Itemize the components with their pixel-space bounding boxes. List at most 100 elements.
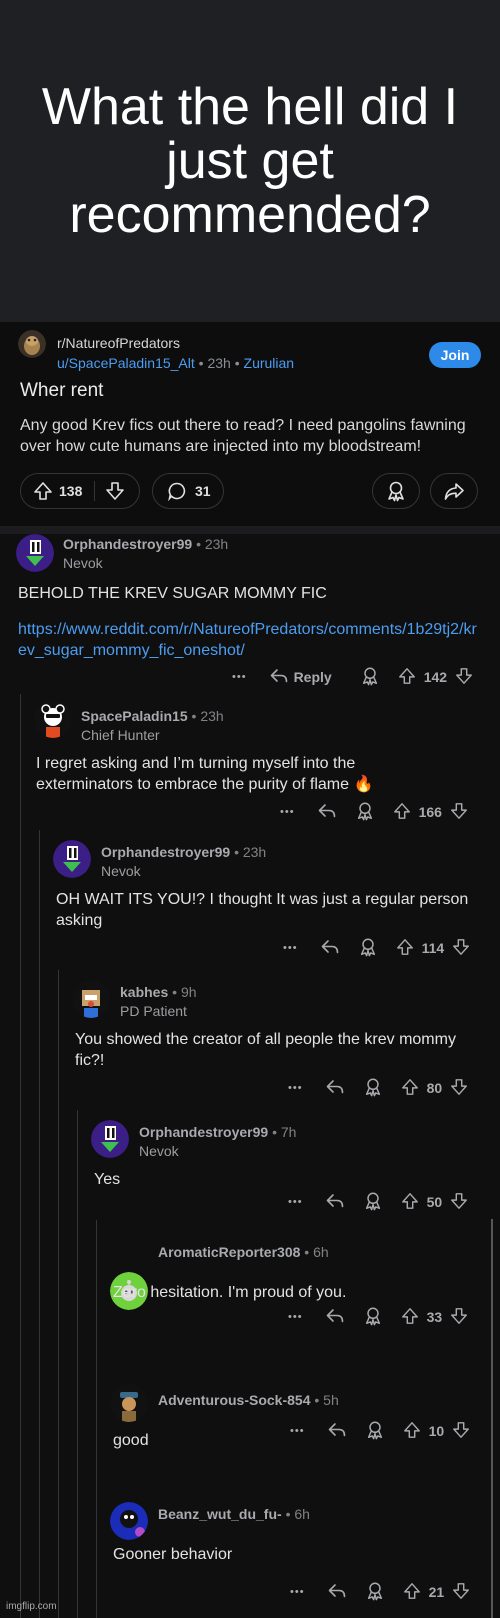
comment-author-line: AromaticReporter308 • 6h <box>158 1244 329 1260</box>
comment-body: You showed the creator of all people the… <box>75 1031 456 1069</box>
comment-actions: ••• 10 <box>290 1419 470 1443</box>
downvote-icon[interactable] <box>452 938 470 959</box>
award-icon[interactable] <box>363 1306 383 1329</box>
separator-dot: • <box>272 1124 277 1140</box>
more-options-icon[interactable]: ••• <box>290 1586 305 1598</box>
downvote-icon[interactable] <box>450 1307 468 1328</box>
comment-author[interactable]: kabhes <box>120 984 168 1000</box>
reply-icon[interactable] <box>327 1581 347 1604</box>
avatar[interactable] <box>16 534 54 572</box>
comment-body: I regret asking and I’m turning myself i… <box>36 755 374 793</box>
award-icon[interactable] <box>365 1581 385 1604</box>
reply-icon[interactable] <box>317 801 337 824</box>
avatar[interactable] <box>72 980 110 1018</box>
comment-author[interactable]: Orphandestroyer99 <box>63 536 192 552</box>
upvote-icon[interactable] <box>393 802 411 823</box>
post-author[interactable]: u/SpacePaladin15_Alt <box>57 355 195 371</box>
upvote-icon[interactable] <box>33 481 53 501</box>
watermark: imgflip.com <box>6 1601 57 1612</box>
downvote-icon[interactable] <box>450 1192 468 1213</box>
score: 10 <box>428 1423 445 1439</box>
comment-time: 23h <box>242 844 267 860</box>
upvote-icon[interactable] <box>396 938 414 959</box>
avatar[interactable] <box>34 700 72 738</box>
comment-author[interactable]: Beanz_wut_du_fu- <box>158 1506 282 1522</box>
upvote-icon[interactable] <box>398 667 416 688</box>
downvote-icon[interactable] <box>452 1421 470 1442</box>
comment-author-line: Adventurous-Sock-854 • 5h <box>158 1392 339 1408</box>
reply-icon[interactable] <box>327 1420 347 1443</box>
avatar[interactable] <box>110 1384 148 1422</box>
share-button[interactable] <box>430 473 478 509</box>
more-options-icon[interactable]: ••• <box>283 942 298 954</box>
reply-button[interactable]: Reply <box>294 669 332 685</box>
more-options-icon[interactable]: ••• <box>288 1311 303 1323</box>
award-button[interactable] <box>372 473 420 509</box>
comments-button[interactable]: 31 <box>152 473 224 509</box>
upvote-icon[interactable] <box>403 1582 421 1603</box>
score: 80 <box>426 1080 443 1096</box>
comment-author-line: kabhes • 9h <box>120 984 197 1000</box>
comment-author-line: Orphandestroyer99 • 23h <box>63 536 228 552</box>
comment-time: 5h <box>323 1392 339 1408</box>
comment-link[interactable]: https://www.reddit.com/r/NatureofPredato… <box>18 619 480 661</box>
downvote-icon[interactable] <box>455 667 473 688</box>
more-options-icon[interactable]: ••• <box>288 1196 303 1208</box>
vote-pill: 138 <box>20 473 140 509</box>
comment-section: Orphandestroyer99 • 23h Nevok BEHOLD THE… <box>0 534 500 1618</box>
reply-icon[interactable] <box>325 1077 345 1100</box>
share-icon <box>444 483 464 500</box>
award-icon[interactable] <box>365 1420 385 1443</box>
avatar[interactable] <box>110 1502 148 1540</box>
separator-dot: • <box>304 1244 310 1260</box>
thread-line <box>96 1220 97 1618</box>
separator-dot: • <box>234 355 240 371</box>
comment-actions: ••• 80 <box>288 1076 468 1100</box>
award-icon[interactable] <box>363 1191 383 1214</box>
subreddit-avatar[interactable] <box>18 330 46 358</box>
scrollbar[interactable] <box>491 1219 493 1618</box>
comment-author-line: Beanz_wut_du_fu- • 6h <box>158 1506 310 1522</box>
avatar[interactable] <box>53 840 91 878</box>
downvote-icon[interactable] <box>105 481 125 501</box>
comment-author[interactable]: Orphandestroyer99 <box>101 844 230 860</box>
downvote-icon[interactable] <box>452 1582 470 1603</box>
reply-icon[interactable] <box>320 937 340 960</box>
comment-time: 7h <box>280 1124 297 1140</box>
post-time: 23h <box>207 355 231 371</box>
upvote-icon[interactable] <box>401 1192 419 1213</box>
more-options-icon[interactable]: ••• <box>288 1082 303 1094</box>
user-flair: Nevok <box>63 555 103 571</box>
award-icon[interactable] <box>358 937 378 960</box>
reply-icon[interactable] <box>325 1306 345 1329</box>
comment-author[interactable]: SpacePaladin15 <box>81 708 188 724</box>
award-icon[interactable] <box>363 1077 383 1100</box>
join-button[interactable]: Join <box>429 342 481 368</box>
thread-line <box>58 970 59 1618</box>
comment-author[interactable]: AromaticReporter308 <box>158 1244 300 1260</box>
comment-author[interactable]: Orphandestroyer99 <box>139 1124 268 1140</box>
comment-author[interactable]: Adventurous-Sock-854 <box>158 1392 310 1408</box>
award-icon[interactable] <box>355 801 375 824</box>
reply-icon[interactable] <box>269 666 289 689</box>
downvote-icon[interactable] <box>450 1078 468 1099</box>
post-title[interactable]: Wher rent <box>20 380 103 402</box>
more-options-icon[interactable]: ••• <box>280 806 295 818</box>
thread-line <box>20 694 21 1618</box>
reply-icon[interactable] <box>325 1191 345 1214</box>
avatar[interactable] <box>91 1120 129 1158</box>
award-icon[interactable] <box>360 666 380 689</box>
upvote-icon[interactable] <box>401 1307 419 1328</box>
comment-author-line: SpacePaladin15 • 23h <box>81 708 224 724</box>
more-options-icon[interactable]: ••• <box>232 671 247 683</box>
comment-author-line: Orphandestroyer99 • 23h <box>101 844 266 860</box>
comment-bubble-icon <box>167 481 187 501</box>
upvote-icon[interactable] <box>403 1421 421 1442</box>
comment-actions: ••• Reply 142 <box>232 665 473 689</box>
score: 114 <box>421 940 445 956</box>
upvote-icon[interactable] <box>401 1078 419 1099</box>
downvote-icon[interactable] <box>450 802 468 823</box>
more-options-icon[interactable]: ••• <box>290 1425 305 1437</box>
comment-actions: ••• 50 <box>288 1190 468 1214</box>
subreddit-name[interactable]: r/NatureofPredators <box>57 335 180 351</box>
